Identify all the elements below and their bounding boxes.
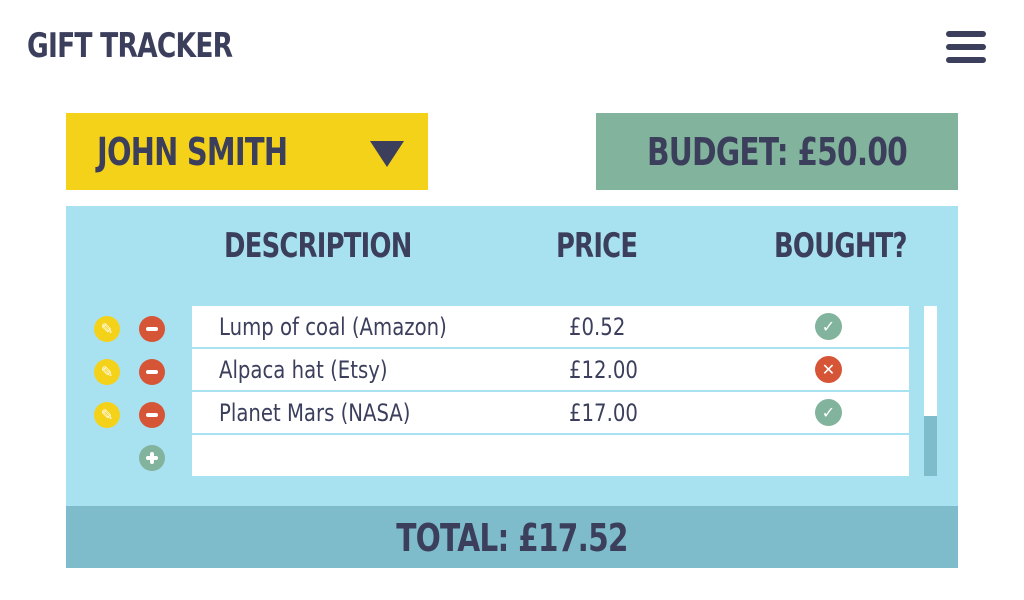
gift-table: Lump of coal (Amazon) £0.52 ✓ Alpaca hat…	[192, 306, 909, 476]
menu-bar	[946, 57, 986, 63]
pencil-icon[interactable]: ✎	[94, 316, 120, 342]
column-header-bought: BOUGHT?	[774, 226, 908, 266]
scrollbar-thumb[interactable]	[924, 416, 937, 476]
gift-price: £0.52	[569, 313, 626, 341]
column-header-description: DESCRIPTION	[224, 226, 412, 266]
gift-price: £17.00	[569, 399, 638, 427]
person-dropdown[interactable]: JOHN SMITH	[66, 113, 428, 190]
app-title: GIFT TRACKER	[27, 26, 233, 66]
table-row[interactable]: Planet Mars (NASA) £17.00 ✓	[192, 392, 909, 435]
menu-bar	[946, 31, 986, 37]
empty-table-row[interactable]	[192, 435, 909, 476]
cross-icon[interactable]: ✕	[815, 356, 842, 383]
plus-icon[interactable]	[139, 445, 165, 471]
gift-description: Planet Mars (NASA)	[219, 399, 411, 427]
check-icon[interactable]: ✓	[815, 313, 842, 340]
menu-bar	[946, 44, 986, 50]
hamburger-menu-icon[interactable]	[946, 31, 986, 63]
total-bar: TOTAL: £17.52	[66, 506, 958, 568]
gift-description: Lump of coal (Amazon)	[219, 313, 447, 341]
total-label: TOTAL: £17.52	[396, 516, 628, 560]
column-header-price: PRICE	[556, 226, 638, 266]
minus-icon[interactable]	[139, 359, 165, 385]
check-icon[interactable]: ✓	[815, 399, 842, 426]
scrollbar[interactable]	[924, 306, 937, 476]
gift-price: £12.00	[569, 356, 638, 384]
table-row[interactable]: Lump of coal (Amazon) £0.52 ✓	[192, 306, 909, 349]
minus-icon[interactable]	[139, 316, 165, 342]
selected-person-name: JOHN SMITH	[97, 130, 288, 174]
minus-icon[interactable]	[139, 402, 165, 428]
gift-description: Alpaca hat (Etsy)	[219, 356, 388, 384]
pencil-icon[interactable]: ✎	[94, 402, 120, 428]
budget-display: BUDGET: £50.00	[596, 113, 958, 190]
table-row[interactable]: Alpaca hat (Etsy) £12.00 ✕	[192, 349, 909, 392]
budget-label: BUDGET: £50.00	[646, 130, 908, 174]
pencil-icon[interactable]: ✎	[94, 359, 120, 385]
gift-list-panel: DESCRIPTION PRICE BOUGHT? ✎ ✎ ✎ Lump of …	[66, 206, 958, 506]
triangle-down-icon[interactable]	[370, 141, 404, 167]
